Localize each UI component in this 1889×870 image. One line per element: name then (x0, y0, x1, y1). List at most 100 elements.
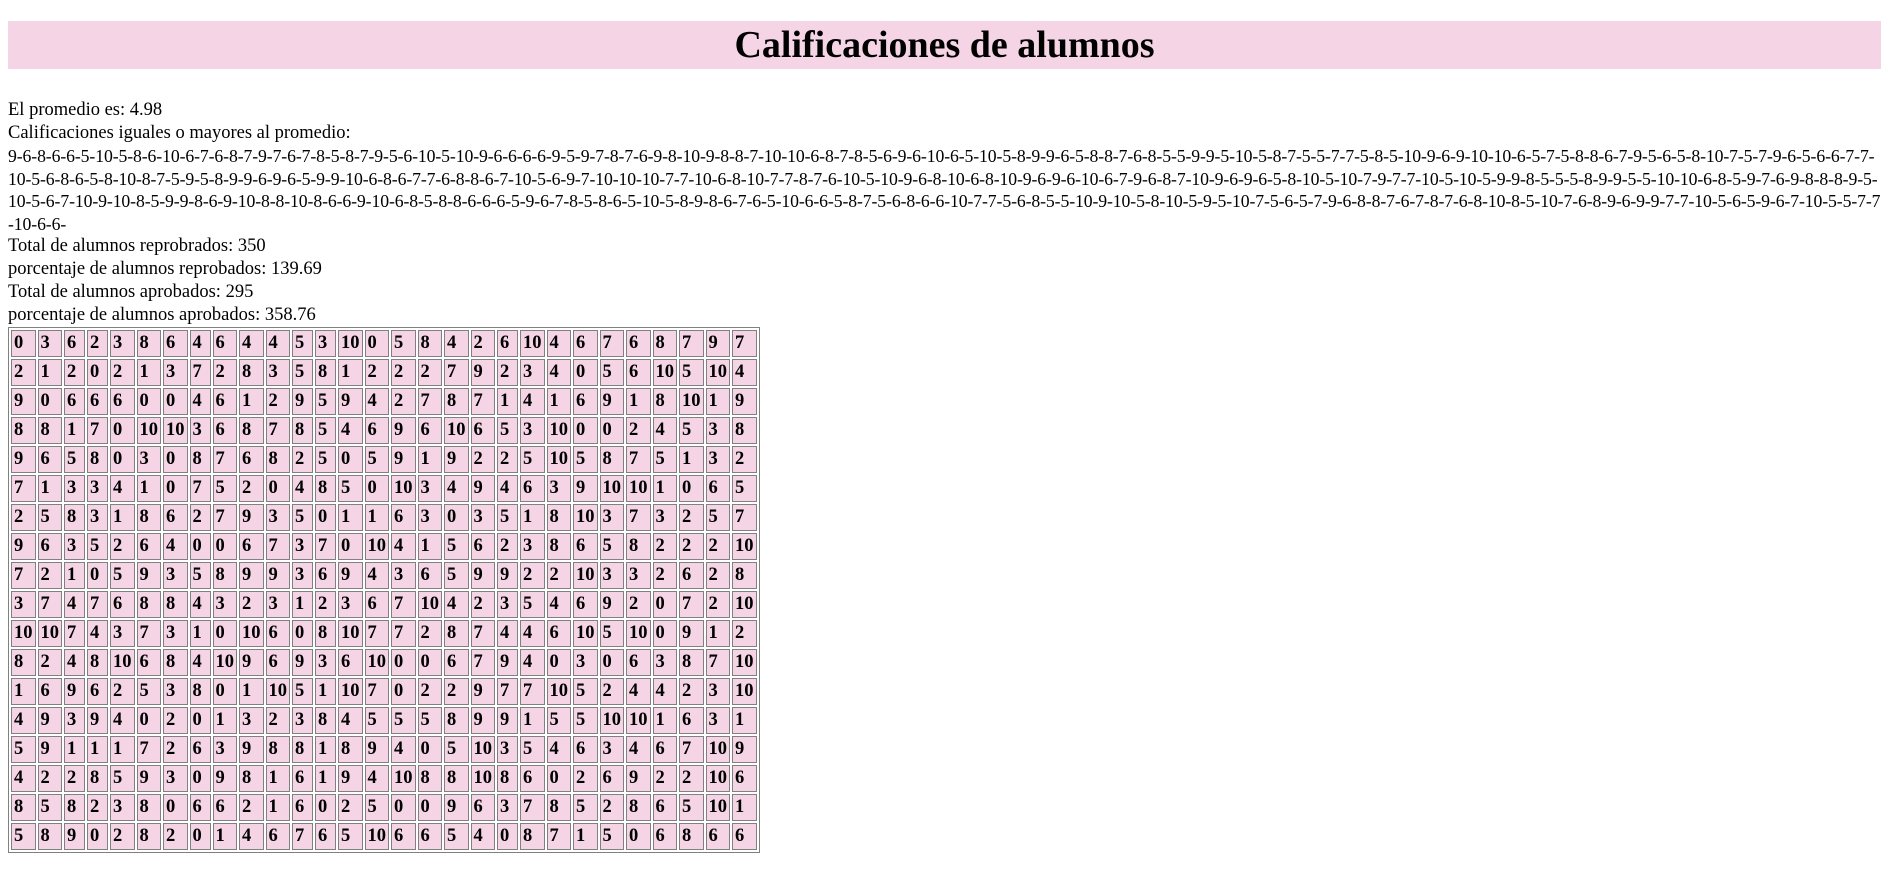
grade-cell: 0 (87, 359, 108, 387)
grade-cell: 2 (679, 533, 704, 561)
grade-cell: 2 (497, 533, 518, 561)
grade-cell: 1 (64, 417, 85, 445)
grade-cell: 1 (239, 388, 264, 416)
grade-cell: 2 (705, 591, 730, 619)
grade-cell: 10 (573, 562, 598, 590)
grade-cell: 10 (37, 620, 62, 648)
grade-cell: 2 (705, 533, 730, 561)
grade-cell: 9 (338, 562, 363, 590)
grade-cell: 6 (417, 562, 442, 590)
table-row: 7 1 3 3 4 1 0 7 5 2 0 4 8 5 0 10 3 4 9 4 6 3 9 10 10 1 0 6 5 (11, 475, 757, 503)
grade-cell: 10 (599, 707, 624, 735)
grade-cell: 10 (417, 591, 442, 619)
grade-cell: 5 (37, 504, 62, 532)
grade-cell: 6 (417, 823, 442, 851)
grade-cell: 10 (212, 649, 237, 677)
grade-cell: 0 (626, 823, 651, 851)
grade-cell: 6 (391, 504, 416, 532)
grade-cell: 1 (705, 388, 730, 416)
grade-cell: 8 (732, 417, 757, 445)
grade-cell: 8 (163, 649, 188, 677)
grade-cell: 4 (626, 736, 651, 764)
grade-cell: 4 (444, 475, 469, 503)
grade-cell: 2 (417, 678, 442, 706)
grade-cell: 6 (470, 417, 495, 445)
grade-cell: 9 (444, 446, 469, 474)
grade-cell: 9 (136, 765, 161, 793)
grade-cell: 0 (391, 649, 416, 677)
grade-cell: 5 (391, 707, 416, 735)
grade-cell: 3 (652, 504, 677, 532)
table-row: 2 5 8 3 1 8 6 2 7 9 3 5 0 1 1 6 3 0 3 5 1 8 10 3 7 3 2 5 7 (11, 504, 757, 532)
grade-cell: 5 (546, 707, 571, 735)
grade-cell: 6 (626, 359, 651, 387)
grade-cell: 6 (652, 823, 677, 851)
grade-cell: 3 (338, 591, 363, 619)
grade-cell: 6 (239, 533, 264, 561)
grade-cell: 10 (163, 417, 188, 445)
grade-cell: 3 (315, 649, 336, 677)
grade-cell: 5 (679, 794, 704, 822)
grade-cell: 2 (37, 649, 62, 677)
grade-cell: 7 (364, 678, 389, 706)
grade-cell: 10 (391, 475, 416, 503)
grade-cell: 10 (546, 678, 571, 706)
grade-cell: 10 (338, 678, 363, 706)
table-row: 9 6 5 8 0 3 0 8 7 6 8 2 5 0 5 9 1 9 2 2 5 10 5 8 7 5 1 3 2 (11, 446, 757, 474)
grade-cell: 10 (732, 649, 757, 677)
grade-cell: 5 (292, 678, 313, 706)
grade-cell: 4 (87, 620, 108, 648)
grade-cell: 8 (189, 678, 211, 706)
grade-cell: 3 (87, 475, 108, 503)
grade-cell: 9 (338, 765, 363, 793)
grade-cell: 9 (11, 533, 36, 561)
grade-cell: 8 (239, 765, 264, 793)
table-row: 9 6 3 5 2 6 4 0 0 6 7 3 7 0 10 4 1 5 6 2 3 8 6 5 8 2 2 2 10 (11, 533, 757, 561)
grade-cell: 1 (497, 388, 518, 416)
grade-cell: 10 (705, 794, 730, 822)
grade-cell: 9 (497, 649, 518, 677)
table-row: 5 8 9 0 2 8 2 0 1 4 6 7 6 5 10 6 6 5 4 0 8 7 1 5 0 6 8 6 6 (11, 823, 757, 851)
grade-cell: 6 (470, 533, 495, 561)
grade-cell: 6 (87, 678, 108, 706)
grade-cell: 4 (444, 330, 469, 358)
grade-cell: 1 (652, 475, 677, 503)
grade-cell: 4 (64, 591, 85, 619)
grade-cell: 4 (520, 620, 545, 648)
grade-cell: 5 (64, 446, 85, 474)
grade-cell: 1 (212, 823, 237, 851)
grade-cell: 1 (239, 678, 264, 706)
grade-cell: 1 (679, 446, 704, 474)
grade-cell: 4 (110, 707, 135, 735)
grade-cell: 4 (110, 475, 135, 503)
grade-cell: 1 (338, 504, 363, 532)
grade-cell: 9 (573, 475, 598, 503)
grade-cell: 3 (11, 591, 36, 619)
grade-cell: 9 (364, 736, 389, 764)
grade-cell: 0 (110, 446, 135, 474)
grade-cell: 8 (732, 562, 757, 590)
grade-cell: 8 (37, 417, 62, 445)
grade-cell: 5 (732, 475, 757, 503)
grade-cell: 0 (391, 794, 416, 822)
grade-cell: 2 (391, 359, 416, 387)
grade-cell: 4 (652, 678, 677, 706)
grade-cell: 8 (136, 591, 161, 619)
grade-cell: 2 (163, 707, 188, 735)
grade-cell: 7 (64, 620, 85, 648)
grade-cell: 2 (87, 330, 108, 358)
grade-cell: 9 (292, 649, 313, 677)
grade-cell: 2 (679, 678, 704, 706)
grade-cell: 8 (37, 823, 62, 851)
grade-cell: 6 (315, 823, 336, 851)
grade-cell: 2 (546, 562, 571, 590)
grade-cell: 5 (573, 446, 598, 474)
grade-cell: 9 (239, 504, 264, 532)
grade-cell: 8 (546, 794, 571, 822)
grade-cell: 7 (11, 475, 36, 503)
grade-cell: 8 (315, 475, 336, 503)
grade-cell: 2 (37, 765, 62, 793)
grade-cell: 5 (444, 562, 469, 590)
grade-cell: 6 (732, 765, 757, 793)
grade-cell: 8 (652, 388, 677, 416)
